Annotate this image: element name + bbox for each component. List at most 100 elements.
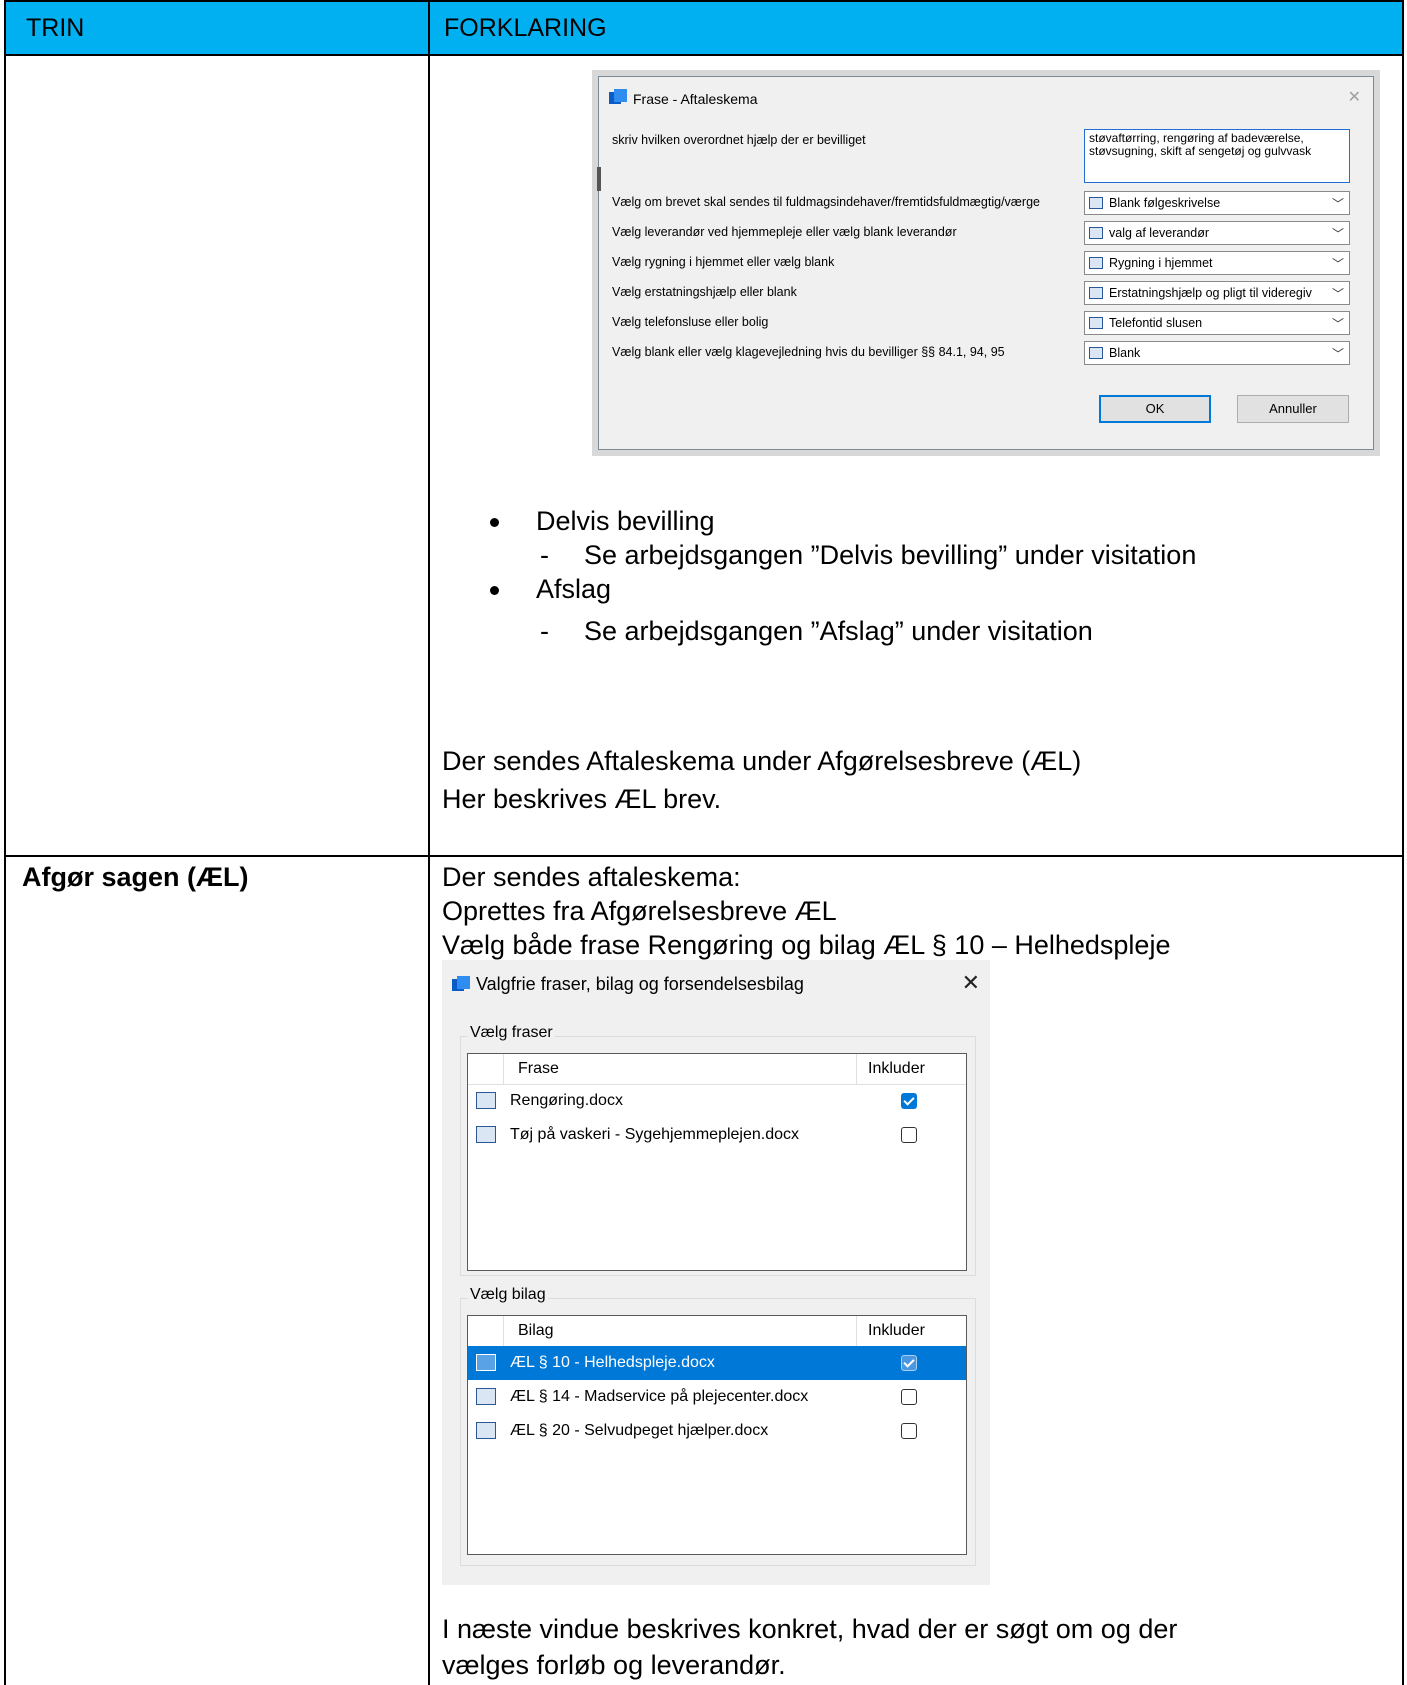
bullet-text: Delvis bevilling	[536, 506, 715, 536]
chevron-down-icon: ﹀	[1331, 347, 1344, 361]
include-checkbox[interactable]	[901, 1423, 917, 1439]
sub-delvis-bevilling: Se arbejdsgangen ”Delvis bevilling” unde…	[584, 540, 1197, 570]
bullet-dash: -	[540, 616, 549, 646]
step-afgor-sagen: Afgør sagen (ÆL)	[22, 862, 249, 892]
word-doc-icon	[1089, 347, 1103, 359]
bilag-group: Vælg bilag Bilag Inkluder ÆL § 10 - Helh…	[460, 1286, 976, 1566]
step2-line-3: Vælg både frase Rengøring og bilag ÆL § …	[442, 930, 1171, 960]
word-doc-icon	[476, 1354, 496, 1371]
label-rygning: Vælg rygning i hjemmet eller vælg blank	[612, 255, 835, 269]
table-row-divider	[4, 855, 1404, 857]
textarea-line-2: støvsugning, skift af sengetøj og gulvva…	[1089, 144, 1312, 158]
word-doc-icon	[476, 1422, 496, 1439]
list-item[interactable]: ÆL § 14 - Madservice på plejecenter.docx	[468, 1380, 966, 1414]
app-icon	[452, 976, 470, 992]
paragraph-ael-brev: Her beskrives ÆL brev.	[442, 784, 722, 814]
fraser-group: Vælg fraser Frase Inkluder Rengøring.doc…	[460, 1024, 976, 1276]
step2-line-1: Der sendes aftaleskema:	[442, 862, 741, 892]
word-doc-icon	[1089, 287, 1103, 299]
leverandor-select[interactable]: valg af leverandør ﹀	[1084, 221, 1350, 245]
bilag-name: ÆL § 10 - Helhedspleje.docx	[510, 1354, 715, 1371]
fraser-group-label: Vælg fraser	[468, 1024, 555, 1042]
dialog-title: Valgfrie fraser, bilag og forsendelsesbi…	[476, 974, 804, 994]
fuldmagt-value: Blank følgeskrivelse	[1109, 196, 1221, 210]
include-checkbox[interactable]	[901, 1355, 917, 1371]
table-column-divider	[428, 0, 430, 1685]
bilag-group-label: Vælg bilag	[468, 1286, 548, 1304]
sub-afslag: Se arbejdsgangen ”Afslag” under visitati…	[584, 616, 1093, 646]
bilag-name: ÆL § 14 - Madservice på plejecenter.docx	[510, 1388, 809, 1405]
table-left-border	[4, 56, 6, 1685]
column-separator	[503, 1316, 504, 1346]
bullet-text: Afslag	[536, 574, 612, 604]
window-edge-mark	[597, 167, 601, 191]
include-checkbox[interactable]	[901, 1127, 917, 1143]
telefonsluse-select[interactable]: Telefontid slusen ﹀	[1084, 311, 1350, 335]
close-icon[interactable]: ✕	[1348, 87, 1361, 107]
word-doc-icon	[1089, 257, 1103, 269]
fraser-grid[interactable]: Frase Inkluder Rengøring.docx Tøj på vas…	[467, 1053, 967, 1271]
header-trin: TRIN	[26, 14, 85, 42]
paragraph-aftaleskema: Der sendes Aftaleskema under Afgørelsesb…	[442, 746, 1082, 776]
klagevejledning-select[interactable]: Blank ﹀	[1084, 341, 1350, 365]
word-doc-icon	[1089, 197, 1103, 209]
label-hjaelp: skriv hvilken overordnet hjælp der er be…	[612, 133, 866, 147]
footer-line-2: vælges forløb og leverandør.	[442, 1650, 786, 1680]
chevron-down-icon: ﹀	[1331, 197, 1344, 211]
erstatning-value: Erstatningshjælp og pligt til videregiv	[1109, 286, 1312, 300]
list-item[interactable]: ÆL § 10 - Helhedspleje.docx	[468, 1346, 966, 1380]
chevron-down-icon: ﹀	[1331, 287, 1344, 301]
bullet-dash: -	[540, 540, 549, 570]
bilag-grid-header: Bilag Inkluder	[468, 1316, 966, 1347]
table-right-border	[1402, 56, 1404, 1685]
label-klagevejledning: Vælg blank eller vælg klagevejledning hv…	[612, 345, 1005, 359]
column-separator	[503, 1054, 504, 1084]
label-fuldmagt: Vælg om brevet skal sendes til fuldmagsi…	[612, 195, 1040, 209]
word-doc-icon	[476, 1388, 496, 1405]
label-erstatning: Vælg erstatningshjælp eller blank	[612, 285, 797, 299]
word-doc-icon	[1089, 227, 1103, 239]
chevron-down-icon: ﹀	[1331, 257, 1344, 271]
leverandor-value: valg af leverandør	[1109, 226, 1210, 240]
footer-line-1: I næste vindue beskrives konkret, hvad d…	[442, 1614, 1178, 1644]
word-doc-icon	[476, 1126, 496, 1143]
word-doc-icon	[1089, 317, 1103, 329]
column-separator	[856, 1316, 857, 1346]
app-icon	[609, 89, 627, 105]
table-header: TRIN FORKLARING	[4, 0, 1404, 56]
klagevejledning-value: Blank	[1109, 346, 1141, 360]
fraser-grid-header: Frase Inkluder	[468, 1054, 966, 1085]
hjaelp-textarea[interactable]: støvaftørring, rengøring af badeværelse,…	[1084, 129, 1350, 183]
bilag-grid[interactable]: Bilag Inkluder ÆL § 10 - Helhedspleje.do…	[467, 1315, 967, 1555]
close-icon[interactable]: ✕	[962, 970, 980, 996]
column-header-inkluder[interactable]: Inkluder	[868, 1060, 925, 1078]
fuldmagt-select[interactable]: Blank følgeskrivelse ﹀	[1084, 191, 1350, 215]
include-checkbox[interactable]	[901, 1389, 917, 1405]
chevron-down-icon: ﹀	[1331, 227, 1344, 241]
rygning-value: Rygning i hjemmet	[1109, 256, 1213, 270]
ok-button[interactable]: OK	[1099, 395, 1211, 423]
list-item[interactable]: Tøj på vaskeri - Sygehjemmeplejen.docx	[468, 1118, 966, 1152]
list-item[interactable]: Rengøring.docx	[468, 1084, 966, 1118]
bilag-name: ÆL § 20 - Selvudpeget hjælper.docx	[510, 1422, 769, 1439]
valgfrie-fraser-dialog: Valgfrie fraser, bilag og forsendelsesbi…	[442, 960, 990, 1585]
step2-line-2: Oprettes fra Afgørelsesbreve ÆL	[442, 896, 837, 926]
telefonsluse-value: Telefontid slusen	[1109, 316, 1203, 330]
frase-name: Rengøring.docx	[510, 1092, 623, 1109]
annuller-button[interactable]: Annuller	[1237, 395, 1349, 423]
column-header-frase[interactable]: Frase	[518, 1060, 559, 1078]
include-checkbox[interactable]	[901, 1093, 917, 1109]
bullet-dot	[490, 586, 499, 595]
chevron-down-icon: ﹀	[1331, 317, 1344, 331]
header-forklaring: FORKLARING	[444, 14, 607, 42]
erstatning-select[interactable]: Erstatningshjælp og pligt til videregiv ﹀	[1084, 281, 1350, 305]
column-header-bilag[interactable]: Bilag	[518, 1322, 554, 1340]
label-telefonsluse: Vælg telefonsluse eller bolig	[612, 315, 769, 329]
list-item[interactable]: ÆL § 20 - Selvudpeget hjælper.docx	[468, 1414, 966, 1448]
rygning-select[interactable]: Rygning i hjemmet ﹀	[1084, 251, 1350, 275]
column-separator	[856, 1054, 857, 1084]
word-doc-icon	[476, 1092, 496, 1109]
frase-aftaleskema-dialog: Frase - Aftaleskema ✕ skriv hvilken over…	[597, 76, 1374, 450]
frase-name: Tøj på vaskeri - Sygehjemmeplejen.docx	[510, 1126, 800, 1143]
column-header-inkluder[interactable]: Inkluder	[868, 1322, 925, 1340]
